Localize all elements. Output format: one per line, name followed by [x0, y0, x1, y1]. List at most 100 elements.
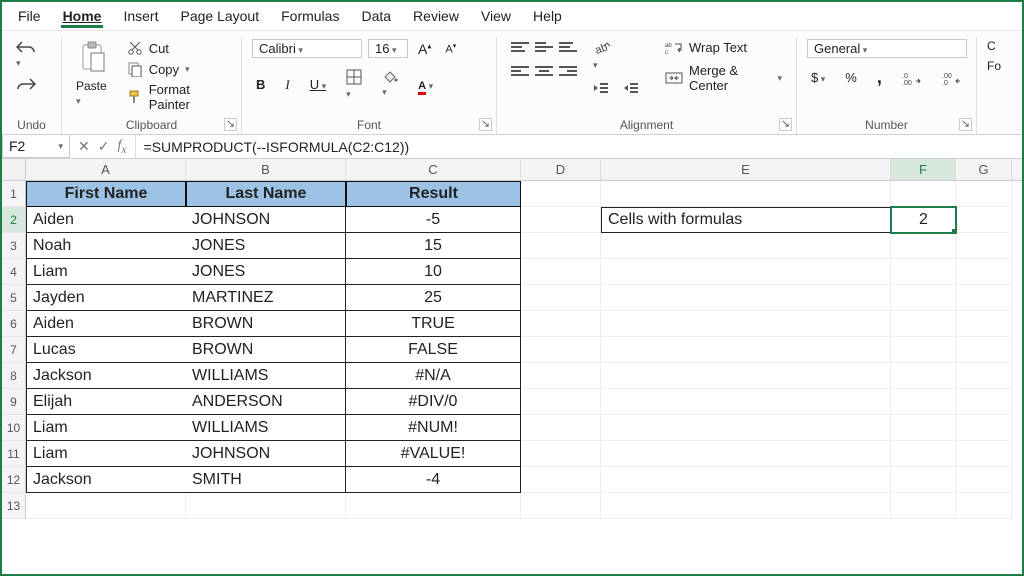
- cell-B1[interactable]: Last Name: [186, 181, 346, 207]
- row-header-7[interactable]: 7: [2, 337, 26, 363]
- font-name-select[interactable]: Calibri: [252, 39, 362, 58]
- cell-G9[interactable]: [956, 389, 1012, 415]
- cell-G12[interactable]: [956, 467, 1012, 493]
- cell-C1[interactable]: Result: [346, 181, 521, 207]
- clipboard-dialog-launcher[interactable]: ↘: [224, 118, 237, 131]
- cell-C13[interactable]: [346, 493, 521, 519]
- cell-D4[interactable]: [521, 259, 601, 285]
- cell-C8[interactable]: #N/A: [346, 363, 521, 389]
- cell-C6[interactable]: TRUE: [346, 311, 521, 337]
- font-dialog-launcher[interactable]: ↘: [479, 118, 492, 131]
- col-header-E[interactable]: E: [601, 159, 891, 180]
- menu-insert[interactable]: Insert: [121, 6, 160, 28]
- cell-B7[interactable]: BROWN: [186, 337, 346, 363]
- cell-A2[interactable]: Aiden: [26, 207, 186, 233]
- menu-review[interactable]: Review: [411, 6, 461, 28]
- menu-file[interactable]: File: [16, 6, 43, 28]
- copy-button[interactable]: Copy: [123, 60, 231, 78]
- align-middle-button[interactable]: [531, 39, 551, 55]
- paste-icon[interactable]: [77, 39, 109, 75]
- cell-A8[interactable]: Jackson: [26, 363, 186, 389]
- cell-F5[interactable]: [891, 285, 956, 311]
- cell-G1[interactable]: [956, 181, 1012, 207]
- cell-E7[interactable]: [601, 337, 891, 363]
- decrease-font-button[interactable]: A▾: [441, 41, 460, 57]
- cell-B5[interactable]: MARTINEZ: [186, 285, 346, 311]
- redo-button[interactable]: [12, 76, 40, 92]
- cell-B3[interactable]: JONES: [186, 233, 346, 259]
- cell-C11[interactable]: #VALUE!: [346, 441, 521, 467]
- cell-E1[interactable]: [601, 181, 891, 207]
- undo-button[interactable]: [12, 39, 40, 70]
- cell-C5[interactable]: 25: [346, 285, 521, 311]
- cell-C9[interactable]: #DIV/0: [346, 389, 521, 415]
- row-header-4[interactable]: 4: [2, 259, 26, 285]
- row-header-3[interactable]: 3: [2, 233, 26, 259]
- alignment-dialog-launcher[interactable]: ↘: [779, 118, 792, 131]
- row-header-2[interactable]: 2: [2, 207, 26, 233]
- row-header-6[interactable]: 6: [2, 311, 26, 337]
- cell-C4[interactable]: 10: [346, 259, 521, 285]
- col-header-G[interactable]: G: [956, 159, 1012, 180]
- cell-B10[interactable]: WILLIAMS: [186, 415, 346, 441]
- menu-home[interactable]: Home: [61, 6, 104, 28]
- paste-button[interactable]: Paste: [72, 78, 115, 108]
- cell-G13[interactable]: [956, 493, 1012, 519]
- col-header-C[interactable]: C: [346, 159, 521, 180]
- bold-button[interactable]: B: [252, 76, 269, 93]
- cell-E11[interactable]: [601, 441, 891, 467]
- cell-E5[interactable]: [601, 285, 891, 311]
- row-header-5[interactable]: 5: [2, 285, 26, 311]
- cell-F1[interactable]: [891, 181, 956, 207]
- cell-C3[interactable]: 15: [346, 233, 521, 259]
- cell-F8[interactable]: [891, 363, 956, 389]
- cell-D1[interactable]: [521, 181, 601, 207]
- align-center-button[interactable]: [531, 63, 551, 79]
- row-header-9[interactable]: 9: [2, 389, 26, 415]
- menu-formulas[interactable]: Formulas: [279, 6, 341, 28]
- cancel-formula-button[interactable]: ✕: [78, 138, 90, 155]
- font-color-button[interactable]: A: [414, 76, 437, 93]
- cell-A5[interactable]: Jayden: [26, 285, 186, 311]
- cell-B12[interactable]: SMITH: [186, 467, 346, 493]
- row-header-1[interactable]: 1: [2, 181, 26, 207]
- cell-E9[interactable]: [601, 389, 891, 415]
- cell-D12[interactable]: [521, 467, 601, 493]
- number-dialog-launcher[interactable]: ↘: [959, 118, 972, 131]
- cell-D2[interactable]: [521, 207, 601, 233]
- row-header-13[interactable]: 13: [2, 493, 26, 519]
- cell-C12[interactable]: -4: [346, 467, 521, 493]
- cell-B2[interactable]: JOHNSON: [186, 207, 346, 233]
- increase-font-button[interactable]: A▴: [414, 40, 435, 58]
- cell-D3[interactable]: [521, 233, 601, 259]
- cell-A10[interactable]: Liam: [26, 415, 186, 441]
- select-all-corner[interactable]: [2, 159, 26, 181]
- col-header-D[interactable]: D: [521, 159, 601, 180]
- row-header-8[interactable]: 8: [2, 363, 26, 389]
- cell-B11[interactable]: JOHNSON: [186, 441, 346, 467]
- comma-style-button[interactable]: ,: [873, 66, 886, 89]
- cell-F4[interactable]: [891, 259, 956, 285]
- merge-center-button[interactable]: Merge & Center: [661, 62, 786, 94]
- align-top-button[interactable]: [507, 39, 527, 55]
- cell-F12[interactable]: [891, 467, 956, 493]
- increase-decimal-button[interactable]: .0.00: [898, 70, 926, 86]
- align-right-button[interactable]: [555, 63, 575, 79]
- col-header-F[interactable]: F: [891, 159, 956, 180]
- cell-D13[interactable]: [521, 493, 601, 519]
- col-header-B[interactable]: B: [186, 159, 346, 180]
- cell-B4[interactable]: JONES: [186, 259, 346, 285]
- format-painter-button[interactable]: Format Painter: [123, 81, 231, 113]
- cell-D6[interactable]: [521, 311, 601, 337]
- cell-C10[interactable]: #NUM!: [346, 415, 521, 441]
- cell-E12[interactable]: [601, 467, 891, 493]
- cell-F3[interactable]: [891, 233, 956, 259]
- format-partial[interactable]: Fo: [987, 59, 1001, 73]
- cell-B8[interactable]: WILLIAMS: [186, 363, 346, 389]
- cell-G3[interactable]: [956, 233, 1012, 259]
- menu-page-layout[interactable]: Page Layout: [178, 6, 261, 28]
- decrease-indent-button[interactable]: [589, 80, 613, 96]
- align-bottom-button[interactable]: [555, 39, 575, 55]
- cell-F7[interactable]: [891, 337, 956, 363]
- row-header-10[interactable]: 10: [2, 415, 26, 441]
